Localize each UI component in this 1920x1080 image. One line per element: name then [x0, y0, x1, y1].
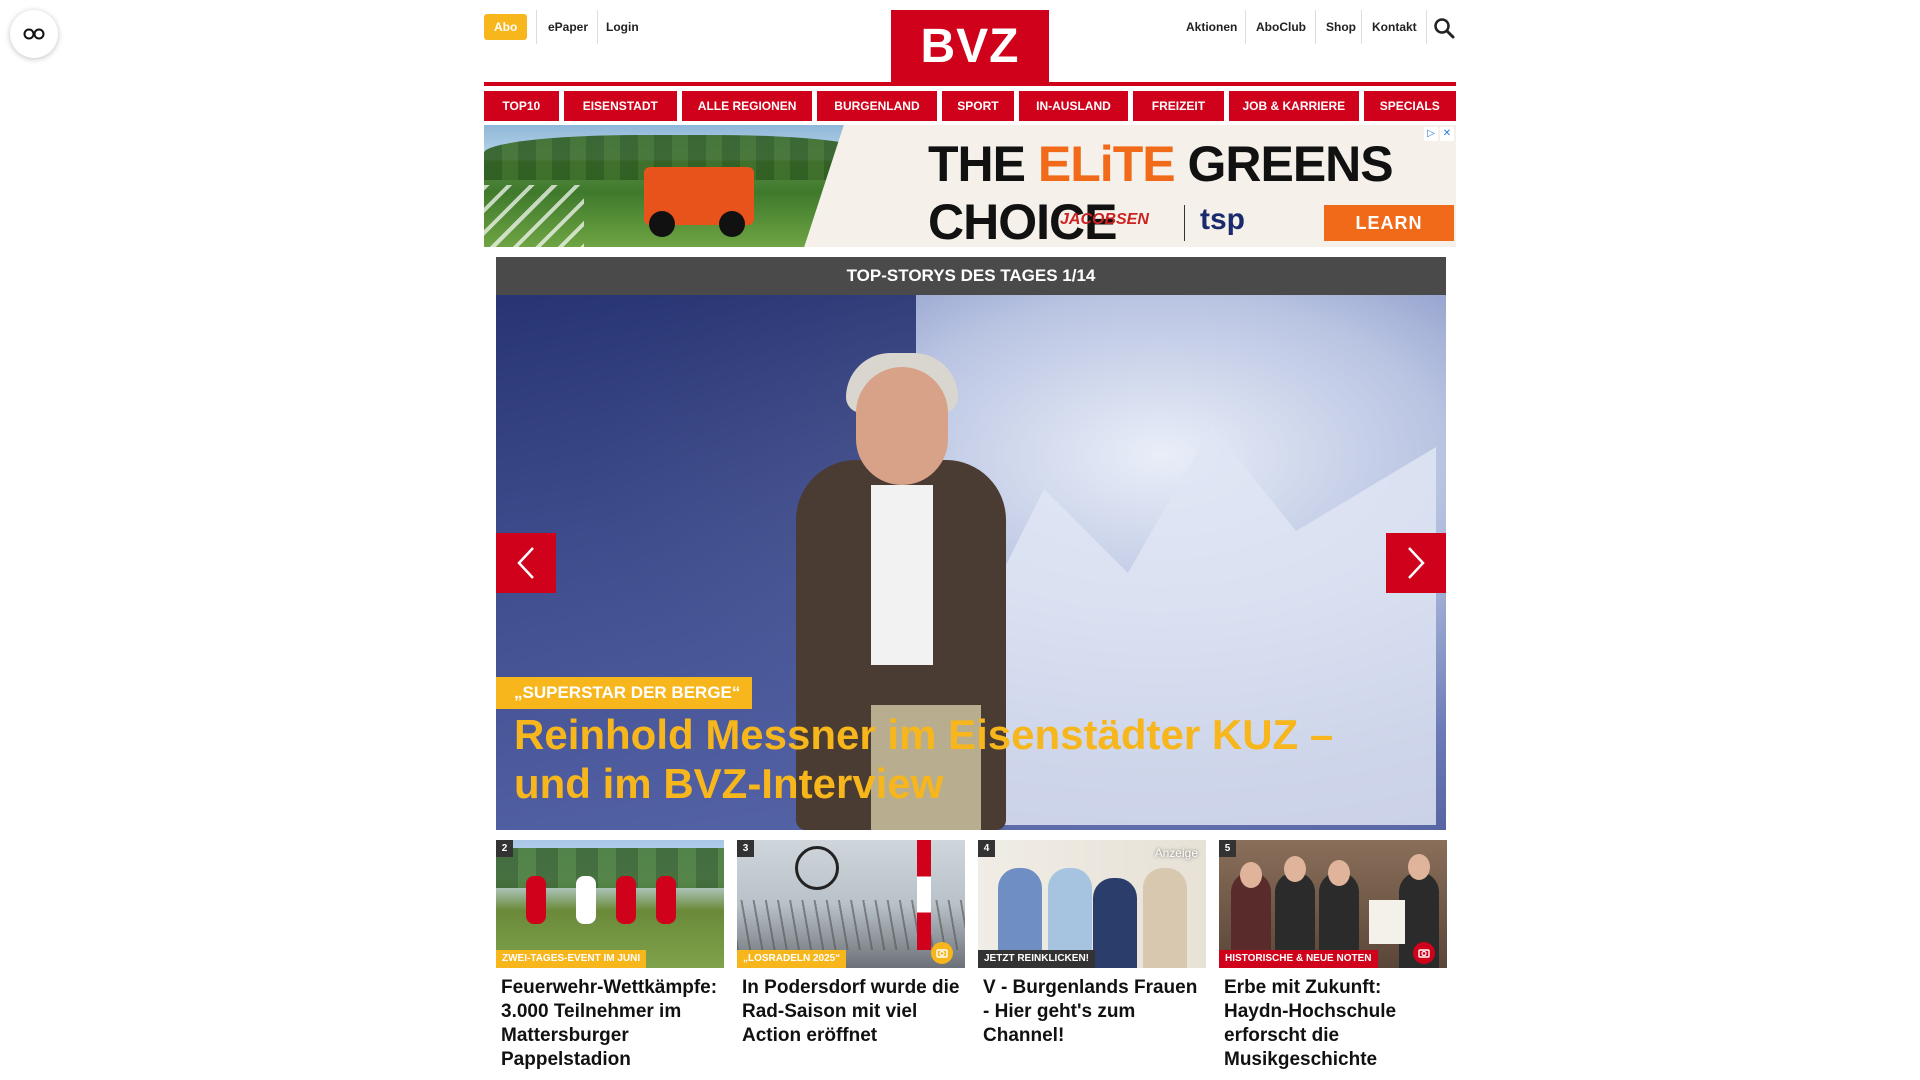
- nav-alle-regionen[interactable]: ALLE REGIONEN: [681, 91, 813, 121]
- divider: [536, 10, 537, 44]
- search-icon[interactable]: [1432, 16, 1456, 40]
- glasses-icon: [23, 28, 45, 40]
- divider: [1315, 10, 1316, 44]
- nav-eisenstadt[interactable]: EISENSTADT: [563, 91, 677, 121]
- story-thumbnail[interactable]: 2 ZWEI-TAGES-EVENT IM JUNI: [496, 840, 724, 968]
- nav-specials[interactable]: SPECIALS: [1363, 91, 1456, 121]
- story-badge: „LOSRADELN 2025“: [737, 950, 847, 968]
- nav-top10[interactable]: TOP10: [484, 91, 559, 121]
- camera-icon: [1413, 942, 1435, 964]
- aboclub-link[interactable]: AboClub: [1256, 14, 1306, 40]
- bvz-logo[interactable]: BVZ: [891, 10, 1049, 84]
- story-badge: ZWEI-TAGES-EVENT IM JUNI: [496, 950, 647, 968]
- nav-sport[interactable]: SPORT: [941, 91, 1015, 121]
- story-number: 4: [978, 840, 995, 857]
- site-header: Abo ePaper Login BVZ Aktionen AboClub Sh…: [484, 0, 1456, 84]
- ad-learn-more-button[interactable]: LEARN MORE: [1324, 205, 1454, 241]
- story-thumbnail[interactable]: 5 HISTORISCHE & NEUE NOTEN: [1219, 840, 1447, 968]
- ad-brand-tsp: tsp: [1200, 203, 1245, 236]
- ad-info-icon[interactable]: ▷: [1424, 127, 1438, 141]
- nav-job-karriere[interactable]: JOB & KARRIERE: [1229, 91, 1359, 121]
- camera-icon: [931, 942, 953, 964]
- slider-next-button[interactable]: [1386, 533, 1446, 593]
- nav-freizeit[interactable]: FREIZEIT: [1132, 91, 1225, 121]
- story-badge: JETZT REINKLICKEN!: [978, 950, 1095, 968]
- story-title[interactable]: Erbe mit Zukunft: Haydn-Hochschule erfor…: [1219, 976, 1447, 1072]
- story-title[interactable]: In Podersdorf wurde die Rad-Saison mit v…: [737, 976, 965, 1048]
- shop-link[interactable]: Shop: [1326, 14, 1356, 40]
- slide-image[interactable]: „SUPERSTAR DER BERGE“ Reinhold Messner i…: [496, 295, 1446, 830]
- login-link[interactable]: Login: [606, 14, 639, 40]
- kontakt-link[interactable]: Kontakt: [1372, 14, 1417, 40]
- ad-choices[interactable]: ▷ ✕: [1424, 127, 1454, 141]
- page-container: Abo ePaper Login BVZ Aktionen AboClub Sh…: [484, 0, 1456, 84]
- story-title[interactable]: Feuerwehr-Wettkämpfe: 3.000 Teilnehmer i…: [496, 976, 724, 1072]
- main-navigation: TOP10 EISENSTADT ALLE REGIONEN BURGENLAN…: [484, 91, 1456, 121]
- accessibility-glasses-button[interactable]: [10, 10, 58, 58]
- story-number: 2: [496, 840, 513, 857]
- chevron-left-icon: [517, 547, 534, 579]
- ad-label: Anzeige: [1154, 846, 1198, 860]
- story-number: 5: [1219, 840, 1236, 857]
- close-icon[interactable]: ✕: [1440, 127, 1454, 141]
- story-thumbnail[interactable]: Anzeige 4 JETZT REINKLICKEN!: [978, 840, 1206, 968]
- story-card[interactable]: 2 ZWEI-TAGES-EVENT IM JUNI Feuerwehr-Wet…: [496, 840, 724, 1072]
- nav-burgenland[interactable]: BURGENLAND: [817, 91, 937, 121]
- story-number: 3: [737, 840, 754, 857]
- slide-kicker: „SUPERSTAR DER BERGE“: [496, 677, 753, 709]
- ad-brand-jacobsen: JACOBSEN: [1060, 211, 1149, 228]
- header-rule: [484, 82, 1456, 86]
- abo-button[interactable]: Abo: [484, 14, 528, 40]
- chevron-right-icon: [1408, 547, 1425, 579]
- divider: [1361, 10, 1362, 44]
- divider: [1426, 10, 1427, 44]
- story-card[interactable]: 5 HISTORISCHE & NEUE NOTEN Erbe mit Zuku…: [1219, 840, 1447, 1072]
- divider: [597, 10, 598, 44]
- advertisement-banner[interactable]: THE ELiTE GREENS CHOICE JACOBSEN tsp LEA…: [484, 125, 1456, 247]
- story-card[interactable]: Anzeige 4 JETZT REINKLICKEN! V - Burgenl…: [978, 840, 1206, 1072]
- aktionen-link[interactable]: Aktionen: [1186, 14, 1237, 40]
- slider-prev-button[interactable]: [496, 533, 556, 593]
- ad-divider: [1184, 205, 1185, 241]
- epaper-link[interactable]: ePaper: [548, 14, 588, 40]
- slider-header: TOP-STORYS DES TAGES 1/14: [496, 257, 1446, 295]
- story-card[interactable]: 3 „LOSRADELN 2025“ In Podersdorf wurde d…: [737, 840, 965, 1072]
- story-title[interactable]: V - Burgenlands Frauen - Hier geht's zum…: [978, 976, 1206, 1048]
- slide-headline[interactable]: Reinhold Messner im Eisenstädter KUZ – u…: [514, 710, 1414, 808]
- story-badge: HISTORISCHE & NEUE NOTEN: [1219, 950, 1378, 968]
- story-thumbnail[interactable]: 3 „LOSRADELN 2025“: [737, 840, 965, 968]
- divider: [1245, 10, 1246, 44]
- top-stories-slider: TOP-STORYS DES TAGES 1/14 „SUPERSTAR DER…: [496, 257, 1446, 830]
- nav-in-ausland[interactable]: IN-AUSLAND: [1019, 91, 1128, 121]
- story-teasers: 2 ZWEI-TAGES-EVENT IM JUNI Feuerwehr-Wet…: [496, 840, 1447, 1072]
